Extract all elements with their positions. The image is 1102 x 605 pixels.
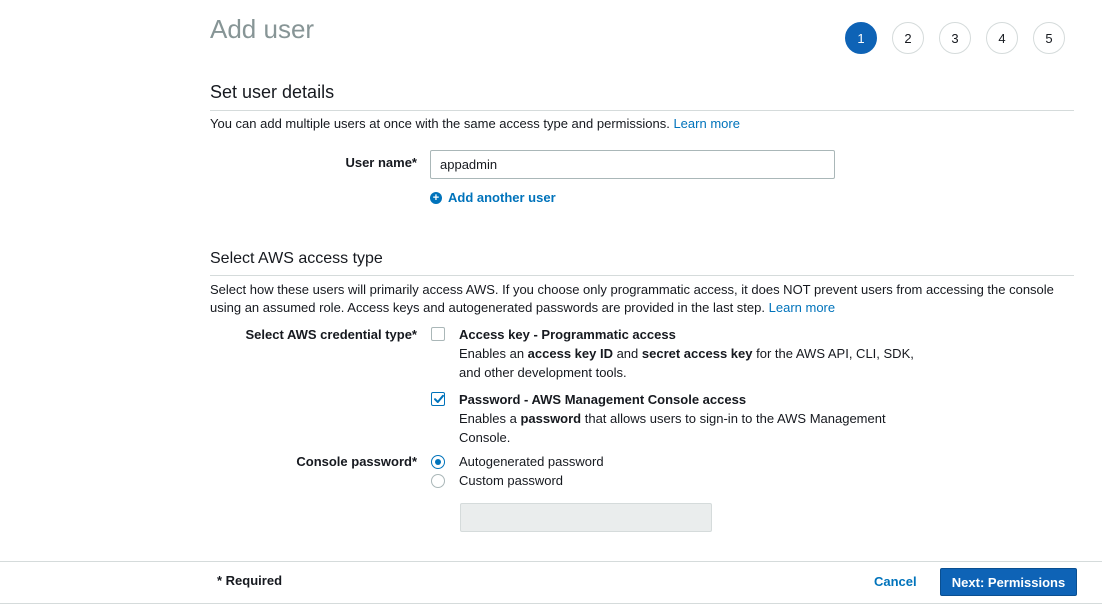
add-another-user-button[interactable]: + Add another user: [430, 190, 556, 205]
learn-more-link[interactable]: Learn more: [769, 300, 835, 315]
autogenerated-password-radio[interactable]: [431, 455, 445, 469]
programmatic-access-description: Enables an access key ID and secret acce…: [459, 346, 914, 380]
checkmark-icon: [434, 394, 444, 403]
step-indicator: 1 2 3 4 5: [845, 22, 1080, 54]
credential-type-label: Select AWS credential type*: [245, 327, 417, 342]
console-access-description: Enables a password that allows users to …: [459, 411, 886, 445]
plus-circle-icon: +: [430, 191, 442, 204]
access-type-heading: Select AWS access type: [210, 250, 383, 267]
custom-password-label: Custom password: [459, 473, 564, 488]
next-permissions-button[interactable]: Next: Permissions: [940, 568, 1077, 596]
programmatic-access-checkbox[interactable]: [431, 327, 445, 341]
cancel-button[interactable]: Cancel: [874, 574, 917, 589]
step-4[interactable]: 4: [986, 22, 1018, 54]
user-details-description-text: You can add multiple users at once with …: [210, 116, 670, 131]
section-divider: [210, 275, 1074, 276]
custom-password-input: [460, 503, 712, 532]
console-access-checkbox[interactable]: [431, 392, 445, 406]
step-5[interactable]: 5: [1033, 22, 1065, 54]
learn-more-link[interactable]: Learn more: [673, 116, 739, 131]
footer-divider: [0, 603, 1102, 604]
add-user-page: Add user 1 2 3 4 5 Set user details You …: [0, 0, 1102, 605]
console-access-title: Password - AWS Management Console access: [459, 392, 747, 407]
custom-password-radio[interactable]: [431, 474, 445, 488]
access-type-description: Select how these users will primarily ac…: [210, 281, 1074, 317]
user-details-description: You can add multiple users at once with …: [210, 115, 740, 133]
access-type-description-text: Select how these users will primarily ac…: [210, 282, 1054, 315]
step-3[interactable]: 3: [939, 22, 971, 54]
user-name-input[interactable]: [430, 150, 835, 179]
required-note: * Required: [217, 573, 283, 588]
section-divider: [210, 110, 1074, 111]
autogenerated-password-label: Autogenerated password: [459, 454, 604, 469]
step-2[interactable]: 2: [892, 22, 924, 54]
programmatic-access-title: Access key - Programmatic access: [459, 327, 676, 342]
add-another-user-label: Add another user: [448, 190, 556, 205]
user-name-label: User name*: [345, 155, 417, 170]
footer-divider: [0, 561, 1102, 562]
page-title: Add user: [210, 14, 315, 44]
step-1[interactable]: 1: [845, 22, 877, 54]
user-details-heading: Set user details: [210, 82, 335, 102]
console-password-label: Console password*: [296, 454, 417, 469]
